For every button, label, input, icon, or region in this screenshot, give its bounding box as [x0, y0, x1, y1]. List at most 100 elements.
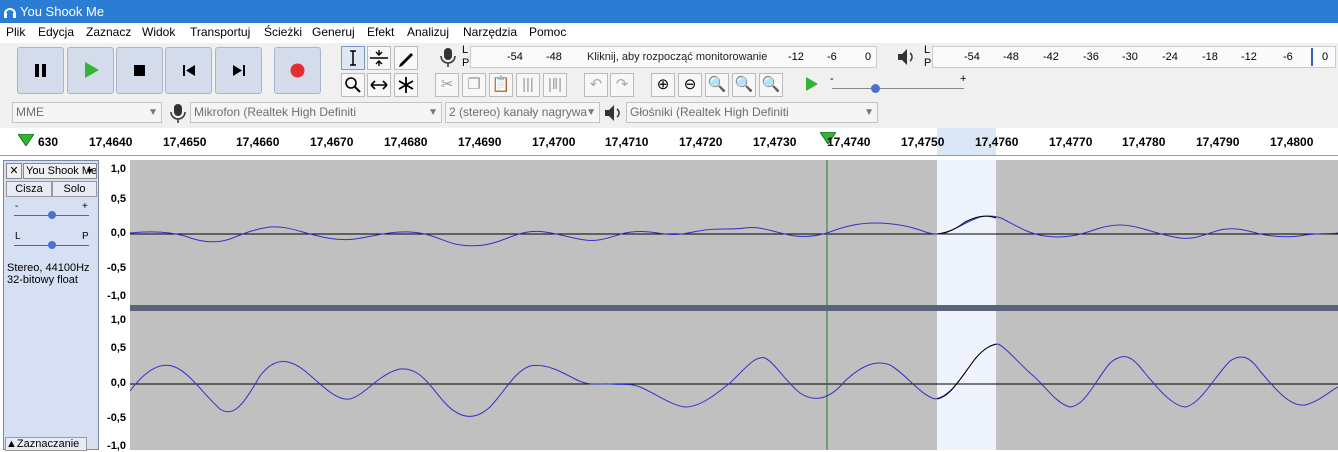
menu-widok[interactable]: Widok [142, 25, 175, 39]
play-tick: -54 [964, 51, 980, 63]
zoom-toggle-button[interactable]: 🔍 [759, 73, 783, 97]
amp-label: 0,0 [110, 227, 126, 239]
pan-slider-thumb[interactable] [48, 241, 56, 249]
menu-transportuj[interactable]: Transportuj [190, 25, 250, 39]
amplitude-ruler: 1,0 0,5 0,0 -0,5 -1,0 1,0 0,5 0,0 -0,5 -… [99, 160, 130, 452]
fit-selection-button[interactable]: 🔍 [705, 73, 729, 97]
double-arrow-icon [370, 80, 388, 90]
silence-button[interactable]: |‖| [543, 73, 567, 97]
trim-icon: ||| [522, 76, 534, 93]
channels-value: 2 (stereo) kanały nagrywa [449, 105, 588, 119]
menu-zaznacz[interactable]: Zaznacz [86, 25, 131, 39]
play-tick: -18 [1202, 51, 1218, 63]
stop-button[interactable] [116, 47, 163, 94]
play-at-speed-button[interactable] [799, 73, 823, 97]
timeline-label: 17,4740 [827, 135, 871, 149]
record-icon [290, 63, 305, 78]
amp-label: -0,5 [107, 262, 126, 274]
timeline-label: 17,4770 [1049, 135, 1093, 149]
copy-button[interactable]: ❐ [462, 73, 486, 97]
zoom-out-button[interactable]: ⊖ [678, 73, 702, 97]
waveform-left-channel[interactable] [130, 160, 1338, 305]
timeline-label: 17,4790 [1196, 135, 1240, 149]
envelope-tool[interactable] [367, 46, 391, 70]
timeline-label: 17,4670 [310, 135, 354, 149]
play-tick: 0 [1322, 51, 1329, 63]
undo-button[interactable]: ↶ [584, 73, 608, 97]
waveform-right-svg [130, 311, 1338, 450]
menu-edycja[interactable]: Edycja [38, 25, 74, 39]
scissors-icon: ✂ [440, 76, 454, 93]
solo-button[interactable]: Solo [52, 181, 97, 197]
pan-right-label: P [82, 231, 89, 242]
mute-button[interactable]: Cisza [6, 181, 52, 197]
zoom-out-icon: ⊖ [683, 76, 697, 93]
recording-device-select[interactable]: Mikrofon (Realtek High Definiti ▼ [190, 102, 442, 123]
chevron-down-icon: ▼ [85, 166, 94, 176]
skip-start-button[interactable] [165, 47, 212, 94]
i-beam-icon [350, 50, 356, 66]
amp-label: -0,5 [107, 412, 126, 424]
play-region-start-icon [18, 134, 34, 146]
record-tick: 0 [865, 51, 872, 63]
recording-device-value: Mikrofon (Realtek High Definiti [194, 105, 357, 119]
trim-button[interactable]: ||| [516, 73, 540, 97]
menu-generuj[interactable]: Generuj [312, 25, 355, 39]
collapse-up-icon: ▲ [6, 438, 17, 450]
select-track-button[interactable]: ▲Zaznaczanie [5, 437, 87, 451]
record-button[interactable] [274, 47, 321, 94]
waveform-right-channel[interactable] [130, 311, 1338, 450]
chevron-down-icon: ▼ [586, 107, 596, 118]
menu-plik[interactable]: Plik [6, 25, 25, 39]
play-meter-p: P [924, 57, 932, 69]
play-icon [85, 62, 99, 78]
cut-button[interactable]: ✂ [435, 73, 459, 97]
speed-slider-thumb[interactable] [871, 84, 880, 93]
selection-tool[interactable] [341, 46, 365, 70]
play-at-speed-icon [806, 77, 818, 91]
draw-tool[interactable] [394, 46, 418, 70]
fit-project-button[interactable]: 🔍 [732, 73, 756, 97]
play-tick: -6 [1283, 51, 1293, 63]
audio-host-value: MME [16, 105, 44, 119]
timeline-ruler[interactable]: 630 17,4640 17,4650 17,4660 17,4670 17,4… [0, 128, 1338, 156]
pause-button[interactable] [17, 47, 64, 94]
zoom-in-button[interactable]: ⊕ [651, 73, 675, 97]
record-meter-p: P [462, 57, 470, 69]
playback-meter[interactable]: -54 -48 -42 -36 -30 -24 -18 -12 -6 0 [932, 46, 1336, 68]
undo-icon: ↶ [589, 76, 603, 93]
channels-select[interactable]: 2 (stereo) kanały nagrywa ▼ [445, 102, 600, 123]
track-control-panel[interactable]: ✕ You Shook Me ▼ Cisza Solo - + L P Stere… [3, 160, 99, 451]
playback-device-select[interactable]: Głośniki (Realtek High Definiti ▼ [626, 102, 878, 123]
redo-button[interactable]: ↷ [610, 73, 634, 97]
time-shift-tool[interactable] [367, 73, 391, 97]
envelope-icon [370, 50, 388, 66]
speed-slider[interactable]: - + [828, 73, 972, 97]
track-format-rate: Stereo, 44100Hz [7, 262, 90, 274]
menu-efekt[interactable]: Efekt [367, 25, 394, 39]
record-tick: -6 [827, 51, 837, 63]
speaker-icon[interactable] [895, 46, 917, 68]
menu-pomoc[interactable]: Pomoc [529, 25, 566, 39]
paste-button[interactable]: 📋 [489, 73, 513, 97]
copy-icon: ❐ [467, 76, 481, 93]
audio-host-select[interactable]: MME ▼ [12, 102, 162, 123]
play-button[interactable] [67, 47, 114, 94]
menu-analizuj[interactable]: Analizuj [407, 25, 449, 39]
play-meter-l: L [924, 44, 931, 56]
gain-slider-thumb[interactable] [48, 211, 56, 219]
track-close-button[interactable]: ✕ [6, 163, 22, 179]
zoom-tool[interactable] [341, 73, 365, 97]
menu-narzedzia[interactable]: Narzędzia [463, 25, 517, 39]
skip-end-button[interactable] [215, 47, 262, 94]
stop-icon [134, 65, 145, 76]
menu-sciezki[interactable]: Ścieżki [264, 25, 302, 39]
amp-label: -1,0 [107, 290, 126, 302]
record-tick: -48 [546, 51, 562, 63]
microphone-icon[interactable] [437, 46, 459, 70]
track-name-menu[interactable]: You Shook Me ▼ [23, 163, 97, 179]
waveform-left-svg [130, 160, 1338, 305]
chevron-down-icon: ▼ [148, 107, 158, 118]
record-meter[interactable]: -54 -48 Kliknij, aby rozpocząć monitorow… [470, 46, 877, 68]
multi-tool[interactable] [394, 73, 418, 97]
